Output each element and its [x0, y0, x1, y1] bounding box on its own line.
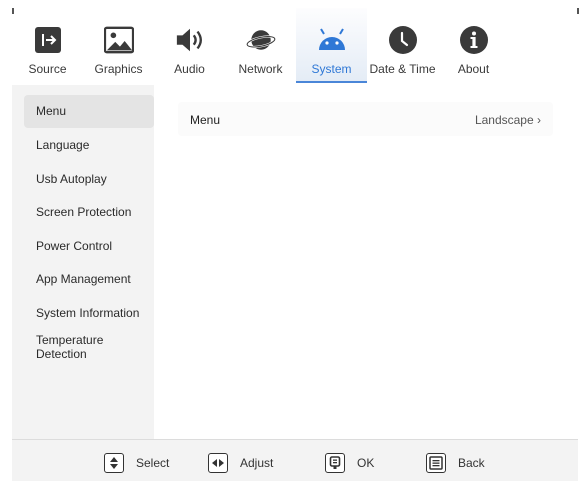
menu-orientation-row[interactable]: Menu Landscape ›	[178, 102, 553, 136]
up-down-icon	[104, 453, 124, 473]
hint-label: Adjust	[240, 456, 274, 470]
speaker-icon	[175, 25, 205, 55]
tab-label: About	[457, 62, 490, 76]
row-value: Landscape ›	[475, 113, 541, 127]
sidebar-item-usb-autoplay[interactable]: Usb Autoplay	[24, 163, 154, 196]
sidebar-item-screen-protection[interactable]: Screen Protection	[24, 196, 154, 229]
chevron-right-icon: ›	[537, 113, 541, 127]
sidebar-item-menu[interactable]: Menu	[24, 95, 154, 128]
planet-icon	[245, 25, 276, 55]
sidebar-item-label: Power Control	[36, 239, 113, 253]
tab-audio[interactable]: Audio	[154, 8, 225, 83]
sidebar-item-label: System Information	[36, 306, 140, 320]
tab-label: Source	[28, 62, 67, 76]
clock-icon	[388, 25, 418, 55]
sidebar-item-app-management[interactable]: App Management	[24, 263, 154, 296]
sidebar-item-label: Language	[36, 138, 90, 152]
tab-network[interactable]: Network	[225, 8, 296, 83]
hint-back: Back	[426, 453, 485, 473]
content-area: Menu Landscape ›	[154, 85, 578, 439]
sidebar-item-label: Menu	[36, 104, 67, 118]
hint-ok: OK	[325, 453, 374, 473]
hint-label: Back	[458, 456, 485, 470]
image-icon	[103, 25, 134, 55]
hint-adjust: Adjust	[208, 453, 273, 473]
tab-system[interactable]: System	[296, 8, 367, 83]
sidebar-item-power-control[interactable]: Power Control	[24, 230, 154, 263]
tab-date-time[interactable]: Date & Time	[367, 8, 438, 83]
tab-source[interactable]: Source	[12, 8, 83, 83]
sidebar-item-temperature-detection[interactable]: Temperature Detection	[24, 333, 114, 361]
sidebar: Menu Language Usb Autoplay Screen Protec…	[12, 85, 154, 439]
hint-label: Select	[136, 456, 170, 470]
tab-label: Audio	[174, 62, 205, 76]
sidebar-item-language[interactable]: Language	[24, 129, 154, 162]
source-icon	[33, 25, 63, 55]
tab-graphics[interactable]: Graphics	[83, 8, 154, 83]
tab-label: Network	[238, 62, 283, 76]
footer-bar	[12, 439, 578, 481]
hint-select: Select	[104, 453, 169, 473]
ok-button-icon	[325, 453, 345, 473]
tab-label: System	[311, 62, 352, 76]
back-list-icon	[426, 453, 446, 473]
tab-about[interactable]: About	[438, 8, 509, 83]
sidebar-item-label: Temperature Detection	[36, 333, 104, 361]
tab-label: Date & Time	[369, 62, 436, 76]
top-nav: Source Graphics Audio Network System Dat…	[12, 8, 578, 85]
android-icon	[317, 25, 347, 55]
sidebar-item-label: Screen Protection	[36, 205, 132, 219]
hint-label: OK	[357, 456, 375, 470]
sidebar-item-system-information[interactable]: System Information	[24, 297, 154, 330]
row-label: Menu	[190, 113, 221, 127]
left-right-icon	[208, 453, 228, 473]
sidebar-item-label: Usb Autoplay	[36, 172, 107, 186]
tab-label: Graphics	[94, 62, 143, 76]
row-value-text: Landscape	[474, 113, 534, 127]
info-icon	[459, 25, 489, 55]
sidebar-item-label: App Management	[36, 272, 131, 286]
